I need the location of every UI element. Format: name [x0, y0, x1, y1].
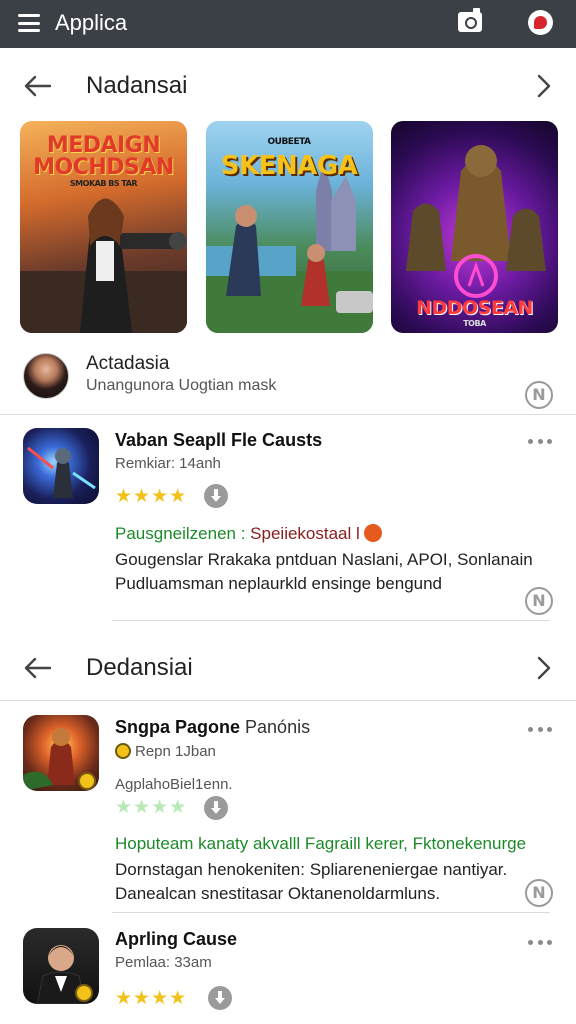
app-name-main: Sngpa Pagone [115, 717, 241, 737]
section-title: Nadansai [86, 72, 188, 99]
install-icon[interactable] [525, 587, 553, 615]
install-icon[interactable] [525, 879, 553, 907]
rating-stars: ★★★★ [115, 987, 188, 1009]
promo-text: Hoputeam kanaty akvalll Fagraill kerer, … [115, 834, 527, 853]
app-meta: Pemlaa: 33am [115, 954, 212, 971]
section-header-2: Dedansiai [0, 638, 576, 698]
back-arrow-icon[interactable] [22, 74, 52, 98]
section-title: Dedansiai [86, 654, 193, 681]
notification-icon[interactable] [528, 10, 553, 35]
banner-tagline: SMOKAB BS TAR [69, 179, 138, 188]
app-bar: Applica [0, 0, 576, 48]
app-title: Applica [55, 10, 128, 35]
app-name[interactable]: Vaban Seapll Fle Causts [115, 430, 322, 451]
app-icon-art [27, 446, 96, 498]
app-meta-text: Repn 1Jban [135, 743, 216, 760]
app-icon-art [23, 728, 96, 791]
rating-stars: ★★★★ [115, 796, 188, 818]
app-name-suffix: Panónis [245, 717, 311, 737]
chevron-right-icon[interactable] [532, 654, 556, 682]
download-icon[interactable] [204, 796, 228, 820]
divider [112, 912, 550, 913]
camera-icon[interactable] [458, 8, 482, 32]
download-icon[interactable] [208, 986, 232, 1010]
star-icon: ★★★★ [115, 987, 188, 1009]
star-icon: ★★★★ [115, 796, 188, 818]
banner-card[interactable]: MEDAIGN MOCHDSAN SMOKAB BS TAR [20, 121, 187, 333]
app-name[interactable]: Aprling Cause [115, 929, 237, 950]
back-arrow-icon[interactable] [22, 656, 52, 680]
banner-tagline: OUBEETA [267, 137, 311, 147]
download-icon[interactable] [204, 484, 228, 508]
banner-card[interactable]: OUBEETA SKENAGA [205, 121, 373, 333]
app-description: Dornstagan henokeniten: Spliareneniergae… [115, 860, 508, 903]
chevron-right-icon[interactable] [532, 72, 556, 100]
banner-title: NDDOSEAN [416, 297, 533, 319]
app-icon[interactable] [23, 715, 99, 791]
app-meta: Repn 1Jban [115, 743, 216, 760]
app-icon[interactable] [23, 428, 99, 504]
section-header-1: Nadansai [0, 56, 576, 116]
banner-carousel: MEDAIGN MOCHDSAN SMOKAB BS TAR OUBEETA S… [20, 121, 558, 333]
divider [0, 414, 576, 415]
app-name[interactable]: Sngpa Pagone Panónis [115, 717, 310, 738]
divider [0, 700, 576, 701]
more-options-icon[interactable] [528, 937, 552, 947]
promo-text: Pausgneilzenen : Speiiekostaal l [115, 524, 382, 544]
avatar[interactable] [23, 353, 69, 399]
install-icon[interactable] [525, 381, 553, 409]
star-icon: ★★★★ [115, 485, 188, 507]
featured-subtitle: Unangunora Uogtian mask [86, 377, 277, 394]
featured-name[interactable]: Actadasia [86, 353, 169, 375]
coin-icon [115, 743, 131, 759]
rating-stars: ★★★★ [115, 485, 188, 507]
app-icon[interactable] [23, 928, 99, 1004]
banner-tagline: TOBA [463, 319, 486, 328]
promo-red: Speiiekostaal l [250, 524, 360, 543]
app-meta-secondary: AgplahoBiel1enn. [115, 776, 233, 793]
app-meta: Remkiar: 14anh [115, 455, 221, 472]
menu-icon[interactable] [18, 14, 40, 32]
app-description: Gougenslar Rrakaka pntduan Naslani, APOI… [115, 550, 533, 593]
banner-card[interactable]: NDDOSEAN TOBA [391, 121, 558, 333]
banner-title: SKENAGA [220, 151, 358, 181]
divider [112, 620, 550, 621]
banner-title: MEDAIGN MOCHDSAN [33, 133, 174, 180]
more-options-icon[interactable] [528, 724, 552, 734]
more-options-icon[interactable] [528, 436, 552, 446]
app-icon-art [36, 945, 93, 1004]
emoji-icon [363, 524, 382, 542]
promo-green: Pausgneilzenen : [115, 524, 246, 543]
